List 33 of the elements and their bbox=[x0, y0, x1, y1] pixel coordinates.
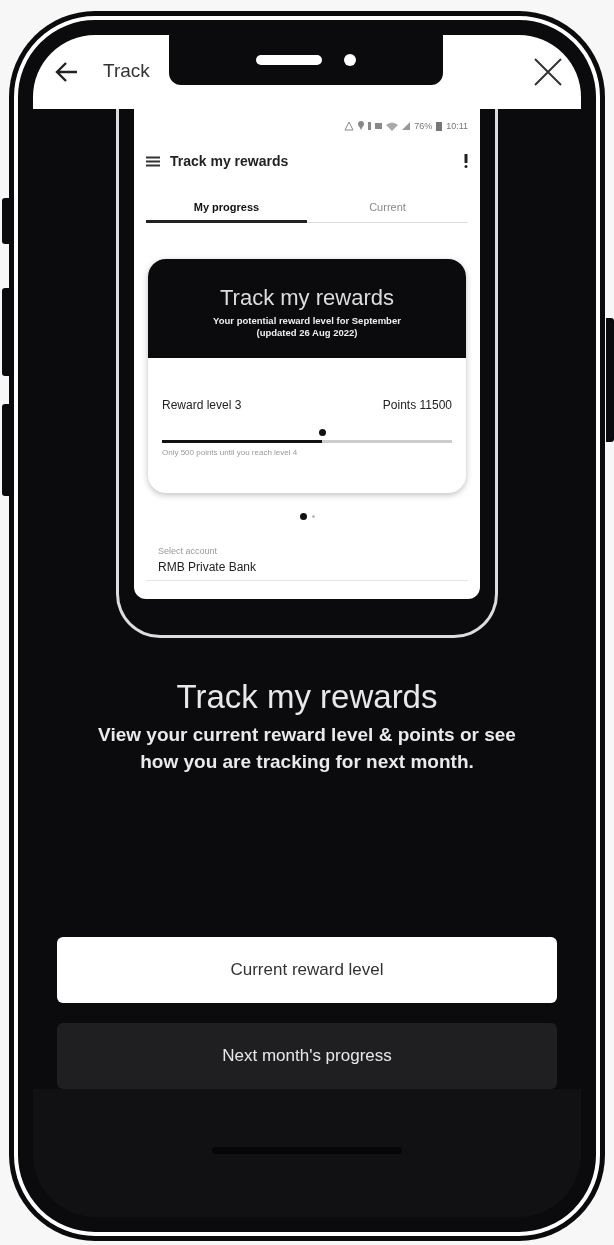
wifi-icon bbox=[386, 121, 399, 131]
option-button[interactable]: Current reward level bbox=[57, 937, 557, 1004]
back-icon[interactable] bbox=[55, 61, 79, 83]
progress-hint: Only 500 points until you reach level 4 bbox=[162, 448, 299, 457]
points-total: Points 11500 bbox=[382, 398, 452, 412]
location-icon bbox=[358, 121, 365, 131]
vibrate-icon bbox=[368, 122, 372, 130]
progress-marker bbox=[318, 429, 326, 436]
card-subtitle: Your potential reward level for September bbox=[213, 315, 401, 326]
page-dot[interactable] bbox=[311, 515, 315, 518]
status-time: 10:11 bbox=[446, 121, 468, 131]
account-select[interactable]: Select account RMB Private Bank bbox=[146, 546, 468, 581]
account-value: RMB Private Bank bbox=[158, 560, 258, 574]
tab[interactable]: My progress bbox=[146, 193, 307, 223]
battery-percent: 76% bbox=[414, 121, 433, 131]
tab[interactable]: Current bbox=[307, 193, 468, 223]
header-title: Track bbox=[103, 60, 150, 82]
warning-icon bbox=[344, 121, 355, 131]
signal-icon bbox=[402, 122, 411, 130]
account-label: Select account bbox=[158, 546, 219, 556]
battery-icon bbox=[436, 121, 443, 131]
page-title: Track my rewards bbox=[175, 678, 439, 716]
menu-icon[interactable] bbox=[146, 155, 160, 167]
close-icon[interactable] bbox=[533, 57, 563, 87]
page-dot[interactable] bbox=[299, 513, 307, 520]
app-title: Track my rewards bbox=[170, 153, 289, 169]
card-title: Track my rewards bbox=[220, 285, 394, 311]
page-description: View your current reward level & points or see how you are tracking for next month. bbox=[97, 723, 517, 774]
reward-level: Reward level 3 bbox=[162, 398, 242, 412]
option-button[interactable]: Next month's progress bbox=[57, 1023, 557, 1090]
updated-date: (updated 26 Aug 2022) bbox=[256, 327, 358, 338]
more-icon[interactable] bbox=[464, 154, 468, 168]
message-icon bbox=[375, 123, 383, 129]
